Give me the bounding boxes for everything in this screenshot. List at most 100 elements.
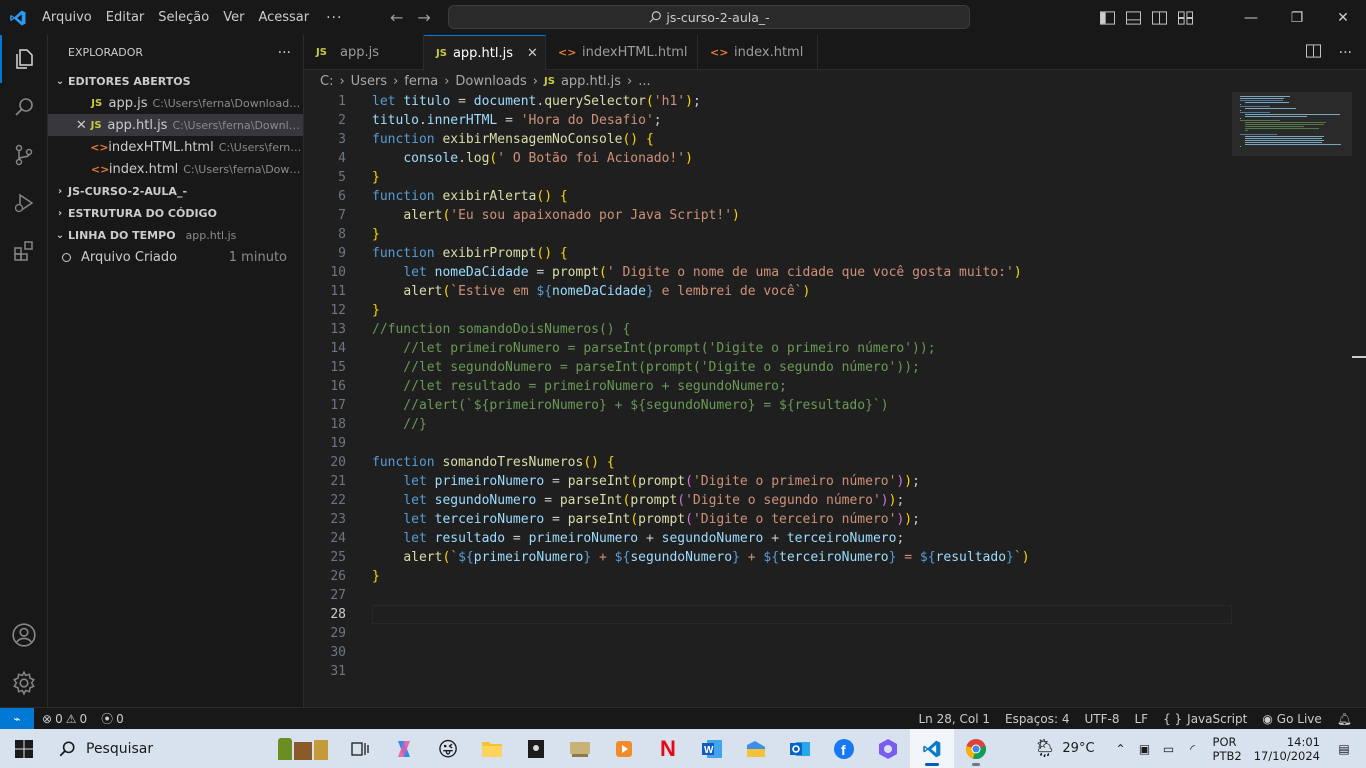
menu-editar[interactable]: Editar bbox=[99, 10, 152, 25]
battery-icon[interactable]: ▭ bbox=[1157, 742, 1181, 756]
extensions-icon[interactable] bbox=[0, 227, 48, 275]
language-indicator[interactable]: POR PTB2 bbox=[1213, 735, 1242, 763]
menu-acessar[interactable]: Acessar bbox=[251, 10, 316, 25]
vscode-taskbar-icon[interactable] bbox=[910, 729, 954, 768]
media-player-icon[interactable] bbox=[602, 729, 646, 768]
code-line: let resultado = primeiroNumero + segundo… bbox=[403, 531, 905, 546]
more-actions-button[interactable]: ··· bbox=[1339, 45, 1352, 61]
scrollbar-marker[interactable] bbox=[1352, 356, 1366, 358]
meet-now-icon[interactable]: ▣ bbox=[1133, 742, 1157, 756]
outline-section[interactable]: › ESTRUTURA DO CÓDIGO bbox=[48, 202, 303, 224]
line-number: 21 bbox=[330, 474, 346, 489]
windows-start-icon[interactable] bbox=[0, 729, 48, 768]
wifi-icon[interactable]: ◜ bbox=[1181, 742, 1205, 756]
game-emoji-app-icon[interactable]: 😜 bbox=[426, 729, 470, 768]
timeline-section[interactable]: ⌄ LINHA DO TEMPO app.htl.js bbox=[48, 224, 303, 246]
notifications-bell-icon[interactable]: 🔔︎ bbox=[1337, 712, 1352, 726]
kindle-reader-icon[interactable] bbox=[514, 729, 558, 768]
breadcrumb-item[interactable]: C: bbox=[320, 74, 333, 89]
menu-ver[interactable]: Ver bbox=[216, 10, 251, 25]
cursor-position[interactable]: Ln 28, Col 1 bbox=[918, 712, 990, 726]
explorer-more-button[interactable]: ··· bbox=[278, 45, 291, 61]
word-icon[interactable]: W bbox=[690, 729, 734, 768]
language-mode[interactable]: { } JavaScript bbox=[1163, 712, 1247, 726]
remote-indicator-icon[interactable]: ⌁ bbox=[0, 707, 34, 730]
customize-layout-icon[interactable] bbox=[1172, 0, 1198, 35]
explorer-icon[interactable] bbox=[0, 35, 48, 83]
ports-indicator[interactable]: ⦿ 0 bbox=[101, 710, 124, 727]
menu-arquivo[interactable]: Arquivo bbox=[35, 10, 99, 25]
go-live-button[interactable]: ◉ Go Live bbox=[1262, 712, 1321, 726]
forward-arrow-icon[interactable]: → bbox=[417, 8, 430, 27]
line-number: 4 bbox=[338, 151, 346, 166]
breadcrumb-item[interactable]: ferna bbox=[404, 74, 438, 89]
line-number: 2 bbox=[338, 113, 346, 128]
open-editor-item[interactable]: JS app.js C:\Users\ferna\Downloads\... bbox=[48, 92, 303, 114]
open-editor-name: indexHTML.html bbox=[108, 139, 214, 155]
breadcrumb-symbols[interactable]: ... bbox=[638, 74, 650, 89]
open-editor-item[interactable]: <> index.html C:\Users\ferna\Downl... bbox=[48, 158, 303, 180]
source-control-icon[interactable] bbox=[0, 131, 48, 179]
outlook-icon[interactable] bbox=[778, 729, 822, 768]
close-window-button[interactable]: ✕ bbox=[1320, 0, 1366, 35]
notification-center-icon[interactable]: ▤ bbox=[1332, 742, 1356, 756]
code-line: //let resultado = primeiroNumero + segun… bbox=[372, 379, 787, 394]
folder-section[interactable]: › JS-CURSO-2-AULA_- bbox=[48, 180, 303, 202]
minimap-line bbox=[1244, 130, 1249, 131]
timeline-entry[interactable]: Arquivo Criado 1 minuto bbox=[48, 246, 303, 268]
tab-indexhtml-html[interactable]: <> indexHTML.html bbox=[546, 35, 698, 70]
copilot-icon[interactable] bbox=[382, 729, 426, 768]
netflix-icon[interactable]: N bbox=[646, 729, 690, 768]
tab-app-js[interactable]: JS app.js bbox=[304, 35, 424, 70]
minimize-button[interactable]: — bbox=[1228, 0, 1274, 35]
back-arrow-icon[interactable]: ← bbox=[390, 8, 403, 27]
minimap[interactable] bbox=[1232, 92, 1352, 156]
end-of-line[interactable]: LF bbox=[1134, 712, 1148, 726]
run-debug-icon[interactable] bbox=[0, 179, 48, 227]
clock[interactable]: 14:01 17/10/2024 bbox=[1254, 735, 1320, 763]
facebook-icon[interactable]: f bbox=[822, 729, 866, 768]
weather-widget[interactable]: 🌦︎ 29°C bbox=[1034, 738, 1095, 759]
chevron-up-icon[interactable]: ⌃ bbox=[1109, 742, 1133, 756]
breadcrumb-file[interactable]: app.htl.js bbox=[561, 74, 621, 89]
code-line: //function somandoDoisNumeros() { bbox=[372, 322, 631, 337]
open-editor-path: C:\Users\ferna\Downloa... bbox=[172, 118, 303, 132]
menu-selecao[interactable]: Seleção bbox=[151, 10, 216, 25]
menu-more-button[interactable]: ··· bbox=[316, 10, 352, 26]
encoding[interactable]: UTF-8 bbox=[1084, 712, 1119, 726]
close-tab-icon[interactable]: ✕ bbox=[527, 46, 538, 61]
search-sidebar-icon[interactable] bbox=[0, 83, 48, 131]
open-editors-section[interactable]: ⌄ EDITORES ABERTOS bbox=[48, 70, 303, 92]
settings-gear-icon[interactable] bbox=[0, 659, 48, 707]
open-editor-item-selected[interactable]: ✕ JS app.htl.js C:\Users\ferna\Downloa..… bbox=[48, 114, 303, 136]
code-editor[interactable]: 1 2 3 4 5 6 7 8 9 10 11 12 13 14 15 16 17 18 19 20 21 22 23 24 2… bbox=[304, 92, 1366, 707]
vscode-logo-icon[interactable] bbox=[0, 0, 35, 35]
notes-app-icon[interactable] bbox=[558, 729, 602, 768]
indentation[interactable]: Espaços: 4 bbox=[1005, 712, 1070, 726]
minimap-line bbox=[1244, 142, 1322, 143]
breadcrumb-item[interactable]: Users bbox=[351, 74, 387, 89]
close-editor-icon[interactable]: ✕ bbox=[72, 118, 91, 133]
code-area[interactable]: let titulo = document.querySelector('h1'… bbox=[372, 92, 1232, 681]
restore-button[interactable]: ❐ bbox=[1274, 0, 1320, 35]
problems-indicator[interactable]: ⊗ 0 ⚠ 0 bbox=[42, 712, 87, 726]
taskbar-search[interactable]: Pesquisar bbox=[48, 729, 338, 768]
toggle-panel-icon[interactable] bbox=[1120, 0, 1146, 35]
tab-index-html[interactable]: <> index.html bbox=[698, 35, 818, 70]
command-center[interactable]: js-curso-2-aula_- bbox=[448, 5, 970, 29]
task-view-icon[interactable] bbox=[338, 729, 382, 768]
breadcrumb-item[interactable]: Downloads bbox=[455, 74, 526, 89]
onedrive-files-icon[interactable] bbox=[734, 729, 778, 768]
file-explorer-icon[interactable] bbox=[470, 729, 514, 768]
open-editor-item[interactable]: <> indexHTML.html C:\Users\ferna\... bbox=[48, 136, 303, 158]
chrome-icon[interactable] bbox=[954, 729, 998, 768]
accounts-icon[interactable] bbox=[0, 611, 48, 659]
split-editor-icon[interactable] bbox=[1305, 43, 1321, 62]
code-line: } bbox=[372, 170, 380, 185]
copilot-hexagon-icon[interactable] bbox=[866, 729, 910, 768]
toggle-sidebar-icon[interactable] bbox=[1094, 0, 1120, 35]
toggle-secondary-sidebar-icon[interactable] bbox=[1146, 0, 1172, 35]
tab-app-htl-js[interactable]: JS app.htl.js ✕ bbox=[424, 35, 546, 70]
javascript-file-icon: JS bbox=[544, 75, 555, 87]
